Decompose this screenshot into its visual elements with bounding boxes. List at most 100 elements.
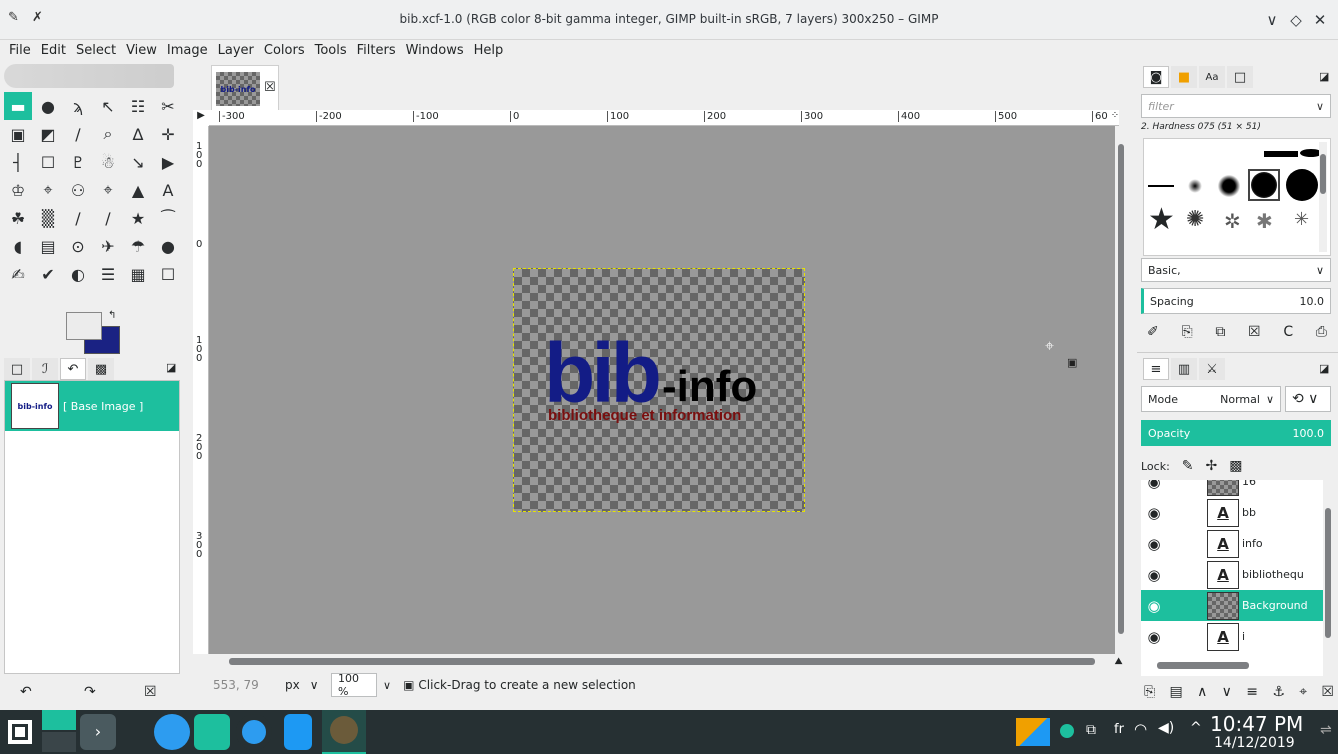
app-launcher-icon[interactable] bbox=[8, 720, 32, 744]
tool-25-icon[interactable]: ▒ bbox=[34, 204, 62, 232]
close-button[interactable]: ✕ bbox=[1310, 10, 1330, 30]
tool-17-icon[interactable]: ▶ bbox=[154, 148, 182, 176]
clock-time[interactable]: 10:47 PM bbox=[1210, 712, 1303, 736]
tool-22-icon[interactable]: ▲ bbox=[124, 176, 152, 204]
menu-help[interactable]: Help bbox=[469, 40, 509, 62]
tool-31-icon[interactable]: ▤ bbox=[34, 232, 62, 260]
layer-hscrollbar[interactable] bbox=[1145, 658, 1315, 672]
tool-5-icon[interactable]: ✂ bbox=[154, 92, 182, 120]
image-tab-close-icon[interactable]: ☒ bbox=[264, 80, 276, 95]
navigate-icon[interactable]: ⯅ bbox=[1113, 654, 1124, 670]
channels-tab-icon[interactable]: ▥ bbox=[1171, 358, 1197, 380]
wifi-icon[interactable]: ◠ bbox=[1134, 720, 1147, 738]
tray-expand-icon[interactable]: ^ bbox=[1190, 720, 1202, 736]
zoom-dropdown-icon[interactable]: ∨ bbox=[383, 679, 391, 692]
patterns-tab-icon[interactable]: ■ bbox=[1171, 66, 1197, 88]
anchor-layer-icon[interactable]: ⚓ bbox=[1272, 684, 1285, 700]
delete-brush-icon[interactable]: ☒ bbox=[1248, 324, 1261, 340]
tool-21-icon[interactable]: ⌖ bbox=[94, 176, 122, 204]
minimize-button[interactable]: ∨ bbox=[1262, 10, 1282, 30]
menu-filters[interactable]: Filters bbox=[352, 40, 401, 62]
file-manager-icon[interactable] bbox=[194, 714, 230, 750]
horizontal-ruler[interactable]: -300 -200 -100 0 100 200 300 400 500 60 bbox=[209, 110, 1119, 126]
tool-11-icon[interactable]: ✛ bbox=[154, 120, 182, 148]
lock-position-icon[interactable]: ✢ bbox=[1206, 458, 1218, 474]
brushes-tab-icon[interactable]: ◙ bbox=[1143, 66, 1169, 88]
horizontal-scrollbar[interactable] bbox=[209, 654, 1115, 668]
virtual-desktop-2[interactable] bbox=[42, 732, 76, 752]
tool-10-icon[interactable]: ∆ bbox=[124, 120, 152, 148]
tool-15-icon[interactable]: ☃ bbox=[94, 148, 122, 176]
zoom-follow-icon[interactable]: ⁘ bbox=[1107, 110, 1123, 126]
zoom-input[interactable]: 100 % bbox=[331, 672, 377, 698]
edit-brush-icon[interactable]: ✐ bbox=[1147, 324, 1159, 340]
status-tray-icon[interactable] bbox=[1060, 724, 1074, 738]
eye-icon[interactable]: ◉ bbox=[1141, 504, 1167, 522]
clock-date[interactable]: 14/12/2019 bbox=[1214, 735, 1295, 751]
horizontal-scroll-thumb[interactable] bbox=[229, 658, 1095, 665]
tool-9-icon[interactable]: ⌕ bbox=[94, 120, 122, 148]
panel-menu-icon[interactable]: ◪ bbox=[166, 361, 176, 374]
panel-options-icon[interactable]: ⇌ bbox=[1320, 722, 1332, 738]
browser-icon[interactable] bbox=[116, 714, 152, 750]
merge-layer-icon[interactable]: ≡ bbox=[1246, 684, 1258, 700]
quick-mask-toggle-icon[interactable]: ▶ bbox=[193, 110, 209, 126]
tool-35-icon[interactable]: ● bbox=[154, 232, 182, 260]
tool-18-icon[interactable]: ♔ bbox=[4, 176, 32, 204]
lock-alpha-icon[interactable]: ▩ bbox=[1229, 458, 1242, 474]
gimp-task-active[interactable] bbox=[322, 710, 366, 754]
tool-36-icon[interactable]: ✍ bbox=[4, 260, 32, 288]
brush-line[interactable] bbox=[1264, 151, 1298, 157]
tool-38-icon[interactable]: ◐ bbox=[64, 260, 92, 288]
layer-list-scrollbar[interactable] bbox=[1323, 480, 1333, 676]
tool-39-icon[interactable]: ☰ bbox=[94, 260, 122, 288]
layer-row[interactable]: ◉ 16 bbox=[1141, 480, 1325, 497]
wilber-drop-area[interactable] bbox=[4, 64, 174, 88]
vertical-scroll-thumb[interactable] bbox=[1118, 144, 1124, 634]
tool-16-icon[interactable]: ↘ bbox=[124, 148, 152, 176]
swap-colors-icon[interactable]: ↰ bbox=[108, 310, 116, 321]
eye-icon[interactable]: ◉ bbox=[1141, 597, 1167, 615]
eye-icon[interactable]: ◉ bbox=[1141, 566, 1167, 584]
foreground-color-swatch[interactable] bbox=[66, 312, 102, 340]
text-editor-icon[interactable] bbox=[284, 714, 312, 750]
layer-row[interactable]: ◉ Ainfo bbox=[1141, 528, 1325, 559]
tool-23-icon[interactable]: A bbox=[154, 176, 182, 204]
brush-splatter-4[interactable]: ✳ bbox=[1294, 209, 1309, 230]
layers-menu-icon[interactable]: ◪ bbox=[1319, 362, 1329, 375]
volume-icon[interactable]: ◀) bbox=[1158, 720, 1174, 736]
history-item-selected[interactable]: bib-info [ Base Image ] bbox=[5, 381, 179, 431]
menu-select[interactable]: Select bbox=[71, 40, 121, 62]
tool-37-icon[interactable]: ✔ bbox=[34, 260, 62, 288]
tool-27-icon[interactable]: ∕ bbox=[94, 204, 122, 232]
tool-30-icon[interactable]: ◖ bbox=[4, 232, 32, 260]
menu-view[interactable]: View bbox=[121, 40, 162, 62]
tool-3-icon[interactable]: ↖ bbox=[94, 92, 122, 120]
new-layer-icon[interactable]: ⎘ bbox=[1144, 684, 1155, 700]
vertical-ruler[interactable]: 1 0 0 0 1 0 0 2 0 0 3 0 0 bbox=[193, 126, 209, 654]
menu-tools[interactable]: Tools bbox=[310, 40, 352, 62]
eye-icon[interactable]: ◉ bbox=[1141, 480, 1167, 491]
clear-history-icon[interactable]: ☒ bbox=[144, 684, 157, 700]
tool-40-icon[interactable]: ▦ bbox=[124, 260, 152, 288]
discover-icon[interactable] bbox=[154, 714, 190, 750]
virtual-desktop-1[interactable] bbox=[42, 710, 76, 730]
terminal-icon[interactable]: › bbox=[80, 714, 116, 750]
tool-32-icon[interactable]: ⊙ bbox=[64, 232, 92, 260]
maximize-button[interactable]: ◇ bbox=[1286, 10, 1306, 30]
menu-windows[interactable]: Windows bbox=[401, 40, 469, 62]
undo-icon[interactable]: ↶ bbox=[20, 684, 32, 700]
raise-layer-icon[interactable]: ∧ bbox=[1197, 684, 1207, 700]
tool-8-icon[interactable]: ∕ bbox=[64, 120, 92, 148]
tool-19-icon[interactable]: ⌖ bbox=[34, 176, 62, 204]
tool-41-icon[interactable]: ☐ bbox=[154, 260, 182, 288]
eye-icon[interactable]: ◉ bbox=[1141, 628, 1167, 646]
device-status-tab-icon[interactable]: ℐ bbox=[32, 358, 58, 380]
menu-image[interactable]: Image bbox=[162, 40, 213, 62]
tool-2-icon[interactable]: ϡ bbox=[64, 92, 92, 120]
documents-tab-icon[interactable]: □ bbox=[1227, 66, 1253, 88]
tool-28-icon[interactable]: ★ bbox=[124, 204, 152, 232]
vertical-scrollbar[interactable] bbox=[1115, 126, 1125, 654]
brush-splatter-2[interactable]: ✲ bbox=[1224, 209, 1241, 233]
unit-select[interactable]: px ∨ bbox=[279, 673, 329, 697]
